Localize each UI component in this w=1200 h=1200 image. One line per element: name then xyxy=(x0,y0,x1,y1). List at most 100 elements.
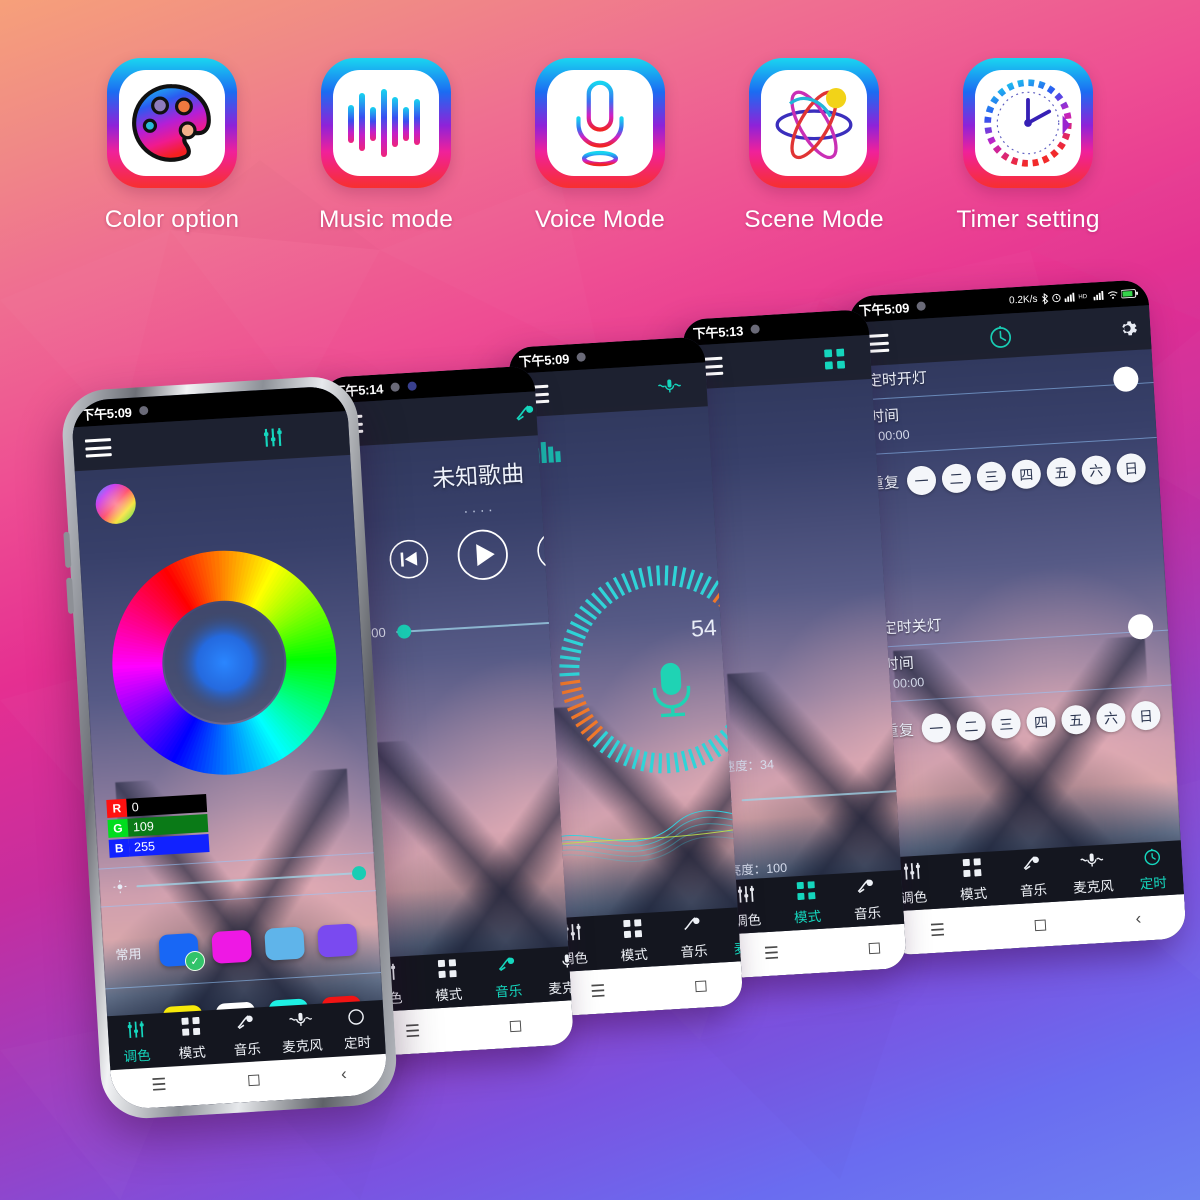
rgb-value[interactable]: 0 xyxy=(126,794,208,817)
rgb-readout: R 0 G 109 B 255 xyxy=(106,794,210,860)
home-button[interactable]: ◻ xyxy=(246,1069,261,1090)
selected-check-icon: ✓ xyxy=(184,950,206,972)
home-button[interactable]: ◻ xyxy=(508,1015,523,1036)
nav-item-mode[interactable]: 模式 xyxy=(162,1014,220,1062)
day-toggle-fri[interactable]: 五 xyxy=(1045,456,1077,488)
preset-swatch[interactable]: ✓ xyxy=(158,932,206,972)
scene-item[interactable]: 青色 xyxy=(693,495,906,556)
settings-gear-icon[interactable] xyxy=(1116,317,1139,340)
home-button[interactable]: ◻ xyxy=(693,975,708,996)
color-wheel[interactable] xyxy=(97,536,351,790)
scene-item-selected[interactable]: 紫色 xyxy=(697,549,907,610)
back-button[interactable]: ‹ xyxy=(1135,909,1142,929)
grid-icon xyxy=(824,348,846,370)
day-toggle-sat[interactable]: 六 xyxy=(1095,702,1127,733)
nav-item-mic[interactable]: 麦克风 xyxy=(1061,848,1124,896)
recents-button[interactable]: ☰ xyxy=(929,920,945,941)
wifi-icon xyxy=(1107,290,1118,299)
mic-wave-icon xyxy=(1079,849,1104,870)
status-notification-icon xyxy=(390,381,401,392)
day-toggle-tue[interactable]: 二 xyxy=(955,710,987,742)
speed-slider[interactable] xyxy=(741,784,907,801)
scene-item[interactable]: 静态 xyxy=(705,698,906,736)
nav-item-mode[interactable]: 模式 xyxy=(941,855,1004,903)
status-notification-icon xyxy=(916,300,927,311)
nav-item-mic[interactable]: 麦克风 xyxy=(536,949,574,997)
nav-item-music[interactable]: 音乐 xyxy=(477,953,540,1001)
nav-item-music[interactable]: 音乐 xyxy=(662,913,725,961)
day-toggle-sun[interactable]: 日 xyxy=(1115,452,1147,484)
nav-item-timer[interactable]: 定时 xyxy=(1121,845,1184,893)
preset-swatch[interactable] xyxy=(211,929,253,964)
nav-label: 音乐 xyxy=(1019,881,1048,899)
sliders-icon xyxy=(902,860,923,881)
day-toggle-sun[interactable]: 日 xyxy=(1130,700,1162,731)
scene-item[interactable]: 蓝色 xyxy=(689,421,907,459)
rgb-value[interactable]: 109 xyxy=(127,814,209,837)
color-preview-swatch[interactable] xyxy=(94,482,138,526)
preset-swatch[interactable] xyxy=(317,923,358,958)
sliders-icon xyxy=(736,883,757,904)
nav-item-music[interactable]: 音乐 xyxy=(1001,852,1064,900)
timer-on-title: 定时开灯 xyxy=(866,369,928,391)
preset-swatch[interactable] xyxy=(264,926,306,961)
brightness-slider[interactable] xyxy=(136,865,367,887)
recents-button[interactable]: ☰ xyxy=(405,1021,421,1042)
day-toggle-thu[interactable]: 四 xyxy=(1025,706,1057,738)
nav-item-mode[interactable]: 模式 xyxy=(775,878,838,926)
nav-item-music[interactable]: 音乐 xyxy=(218,1011,276,1059)
day-toggle-sat[interactable]: 六 xyxy=(1080,454,1112,486)
group-label-common: 常用 xyxy=(115,945,142,963)
nav-item-mic[interactable]: 麦克风 xyxy=(273,1008,331,1056)
nav-label: 模式 xyxy=(793,908,822,925)
scene-item[interactable]: 静态 xyxy=(703,659,907,702)
day-toggle-fri[interactable]: 五 xyxy=(1060,704,1092,736)
day-toggle-tue[interactable]: 二 xyxy=(941,463,972,494)
rgb-value[interactable]: 255 xyxy=(128,833,210,857)
grid-icon xyxy=(796,880,816,901)
nav-item-mode[interactable]: 模式 xyxy=(602,916,665,964)
day-toggle-mon[interactable]: 一 xyxy=(906,465,937,496)
hd-icon: HD xyxy=(1078,294,1088,300)
grid-icon xyxy=(181,1015,201,1036)
sliders-icon xyxy=(263,428,282,447)
play-button[interactable] xyxy=(455,527,510,582)
recents-button[interactable]: ☰ xyxy=(151,1075,167,1096)
menu-icon[interactable] xyxy=(84,438,112,458)
day-toggle-thu[interactable]: 四 xyxy=(1011,458,1042,490)
nav-item-timer[interactable]: 定时 xyxy=(328,1004,386,1052)
nav-label: 模式 xyxy=(620,946,649,963)
nav-label: 调色 xyxy=(123,1047,152,1064)
scene-item[interactable]: 白色 xyxy=(700,603,907,664)
day-toggle-wed[interactable]: 三 xyxy=(976,460,1007,492)
scene-item[interactable]: 黄色 xyxy=(691,454,907,500)
nav-item-music[interactable]: 音乐 xyxy=(835,875,898,923)
day-toggle-wed[interactable]: 三 xyxy=(990,708,1022,740)
signal2-icon xyxy=(1093,290,1104,300)
home-button[interactable]: ◻ xyxy=(867,937,882,958)
nav-item-mode[interactable]: 模式 xyxy=(417,956,480,1004)
recents-button[interactable]: ☰ xyxy=(763,943,779,964)
nav-label: 模式 xyxy=(178,1044,207,1061)
appbar-title-icon xyxy=(73,423,350,459)
grid-icon xyxy=(962,857,982,878)
music-note-icon xyxy=(516,405,534,421)
nav-label: 麦克风 xyxy=(547,978,574,997)
status-netspeed: 0.2K/s xyxy=(1008,293,1038,306)
back-button[interactable]: ‹ xyxy=(341,1064,348,1084)
nav-label: 麦克风 xyxy=(1072,877,1115,896)
brightness-icon xyxy=(113,880,127,894)
day-toggle-mon[interactable]: 一 xyxy=(920,712,952,744)
recents-button[interactable]: ☰ xyxy=(590,981,606,1002)
home-button[interactable]: ◻ xyxy=(1033,914,1048,935)
nav-label: 音乐 xyxy=(233,1040,262,1058)
sensitivity-dial[interactable]: 54 xyxy=(536,542,744,796)
bluetooth-icon xyxy=(1041,292,1049,305)
prev-track-button[interactable] xyxy=(388,538,430,580)
nav-label: 定时 xyxy=(343,1034,372,1051)
status-icons: HD xyxy=(1041,287,1138,305)
nav-item-color[interactable]: 调色 xyxy=(107,1018,165,1066)
dial-ticks xyxy=(559,565,744,774)
sliders-icon xyxy=(125,1019,146,1040)
stopwatch-icon xyxy=(346,1006,366,1027)
